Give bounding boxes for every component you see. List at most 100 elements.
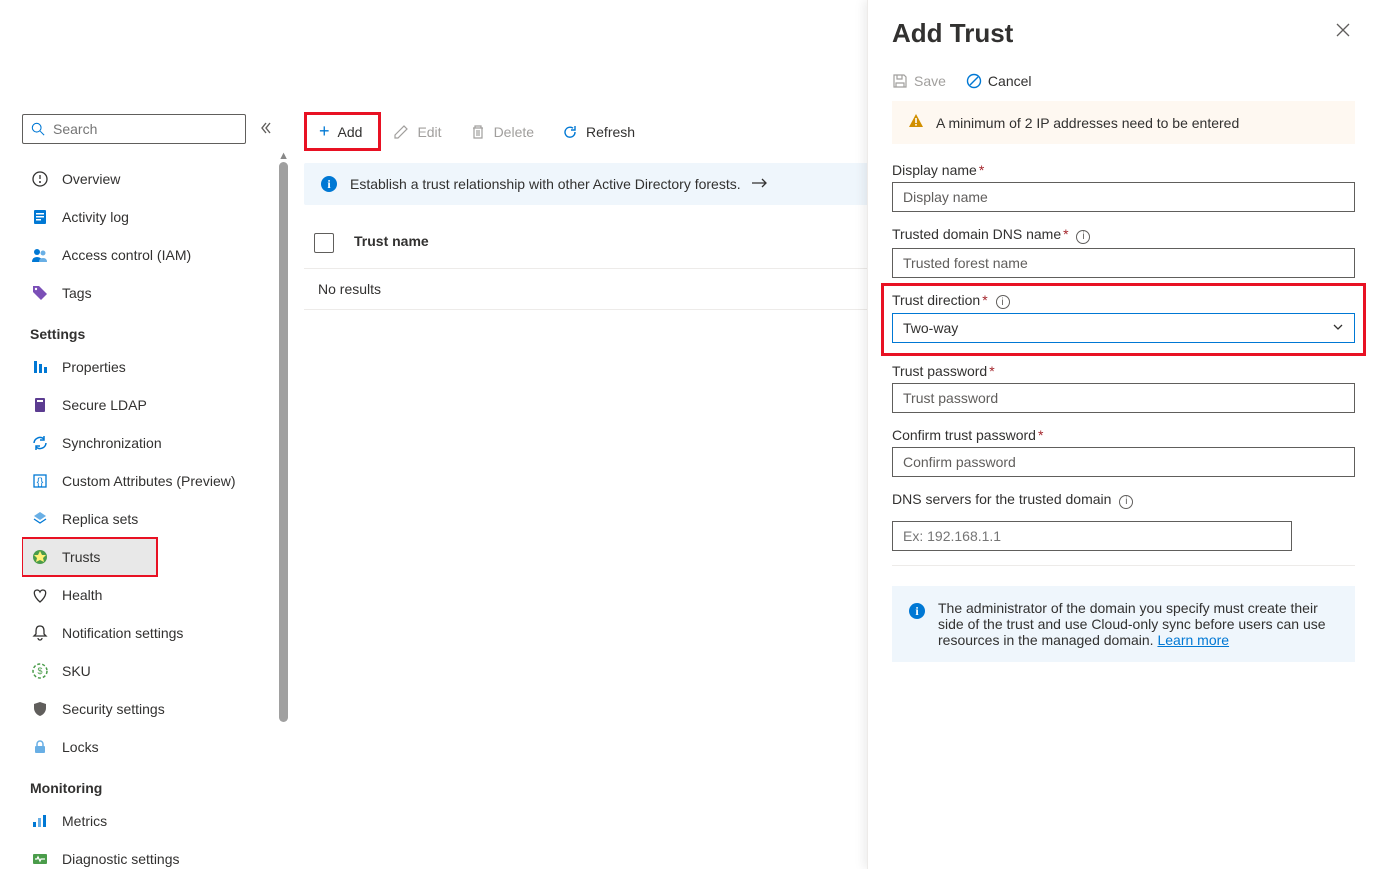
dns-servers-field[interactable]	[892, 521, 1292, 551]
sidebar-item-diag[interactable]: Diagnostic settings	[22, 840, 288, 869]
trusts-icon	[30, 547, 50, 567]
delete-button[interactable]: Delete	[458, 118, 546, 146]
trust-direction-select[interactable]: Two-way	[892, 313, 1355, 343]
col-trust-name[interactable]: Trust name	[354, 233, 899, 256]
sidebar-item-trusts[interactable]: Trusts	[22, 538, 157, 576]
display-name-label: Display name*	[892, 162, 1355, 178]
bell-icon	[30, 623, 50, 643]
confirm-password-label: Confirm trust password*	[892, 427, 1355, 443]
sidebar-item-label: Access control (IAM)	[62, 247, 191, 263]
ldap-icon	[30, 395, 50, 415]
refresh-icon	[562, 124, 578, 140]
sidebar-item-label: Overview	[62, 171, 120, 187]
info-icon: i	[320, 175, 338, 193]
scrollbar-thumb[interactable]	[279, 162, 288, 722]
svg-text:{}: {}	[37, 477, 44, 488]
sidebar-item-label: Synchronization	[62, 435, 162, 451]
confirm-password-field[interactable]	[892, 447, 1355, 477]
info-text: Establish a trust relationship with othe…	[350, 176, 741, 192]
sidebar-item-label: Properties	[62, 359, 126, 375]
save-button[interactable]: Save	[892, 73, 946, 89]
warning-box: A minimum of 2 IP addresses need to be e…	[892, 101, 1355, 144]
close-icon[interactable]	[1331, 18, 1355, 45]
add-label: Add	[338, 124, 363, 140]
search-icon	[31, 122, 45, 136]
sidebar-item-props[interactable]: Properties	[22, 348, 288, 386]
info-tooltip-icon[interactable]: i	[1119, 495, 1133, 509]
sidebar-item-label: Tags	[62, 285, 92, 301]
trust-direction-group: Trust direction* i Two-way	[884, 286, 1363, 354]
sidebar-item-overview[interactable]: Overview	[22, 160, 288, 198]
learn-more-link[interactable]: Learn more	[1157, 632, 1229, 648]
display-name-field[interactable]	[892, 182, 1355, 212]
lock-icon	[30, 737, 50, 757]
sidebar-item-ldap[interactable]: Secure LDAP	[22, 386, 288, 424]
pencil-icon	[393, 124, 409, 140]
sidebar-item-lock[interactable]: Locks	[22, 728, 288, 766]
sidebar-item-label: Security settings	[62, 701, 165, 717]
add-button[interactable]: + Add	[307, 115, 374, 148]
sidebar-item-metrics[interactable]: Metrics	[22, 802, 288, 840]
sidebar-item-label: Activity log	[62, 209, 129, 225]
refresh-button[interactable]: Refresh	[550, 118, 647, 146]
sidebar-item-sync[interactable]: Synchronization	[22, 424, 288, 462]
plus-icon: +	[319, 121, 330, 142]
edit-button[interactable]: Edit	[381, 118, 453, 146]
dns-servers-label: DNS servers for the trusted domain i	[892, 491, 1355, 509]
replica-icon	[30, 509, 50, 529]
sidebar-item-sku[interactable]: $ SKU	[22, 652, 288, 690]
sidebar-item-activity[interactable]: Activity log	[22, 198, 288, 236]
sidebar: Overview Activity log Access control (IAM)…	[0, 0, 288, 869]
shield-icon	[30, 699, 50, 719]
add-trust-panel: Add Trust Save Cancel A minimum of 2 IP …	[867, 0, 1379, 869]
sidebar-item-shield[interactable]: Security settings	[22, 690, 288, 728]
warning-text: A minimum of 2 IP addresses need to be e…	[936, 115, 1239, 131]
sidebar-item-label: SKU	[62, 663, 91, 679]
sidebar-item-label: Diagnostic settings	[62, 851, 180, 867]
info-icon: i	[908, 602, 926, 623]
overview-icon	[30, 169, 50, 189]
search-input[interactable]	[53, 121, 237, 137]
sidebar-item-label: Replica sets	[62, 511, 138, 527]
tag-icon	[30, 283, 50, 303]
select-all-checkbox[interactable]	[314, 233, 334, 253]
sidebar-item-bell[interactable]: Notification settings	[22, 614, 288, 652]
sku-icon: $	[30, 661, 50, 681]
note-box: i The administrator of the domain you sp…	[892, 586, 1355, 662]
trust-password-field[interactable]	[892, 383, 1355, 413]
sidebar-item-replica[interactable]: Replica sets	[22, 500, 288, 538]
health-icon	[30, 585, 50, 605]
collapse-sidebar-icon[interactable]	[256, 117, 276, 141]
sidebar-section-title: Monitoring	[22, 766, 288, 802]
sidebar-item-label: Notification settings	[62, 625, 183, 641]
sidebar-item-label: Locks	[62, 739, 99, 755]
props-icon	[30, 357, 50, 377]
sidebar-search[interactable]	[22, 114, 246, 144]
info-tooltip-icon[interactable]: i	[1076, 230, 1090, 244]
sidebar-item-label: Secure LDAP	[62, 397, 147, 413]
sidebar-item-custom[interactable]: {}Custom Attributes (Preview)	[22, 462, 288, 500]
sidebar-item-health[interactable]: Health	[22, 576, 288, 614]
save-icon	[892, 73, 908, 89]
cancel-icon	[966, 73, 982, 89]
custom-icon: {}	[30, 471, 50, 491]
cancel-button[interactable]: Cancel	[966, 73, 1032, 89]
trust-password-label: Trust password*	[892, 363, 1355, 379]
iam-icon	[30, 245, 50, 265]
info-tooltip-icon[interactable]: i	[996, 295, 1010, 309]
warning-icon	[908, 113, 924, 132]
panel-title: Add Trust	[892, 18, 1013, 49]
svg-text:$: $	[37, 666, 42, 676]
activity-icon	[30, 207, 50, 227]
sidebar-item-tag[interactable]: Tags	[22, 274, 288, 312]
sidebar-item-label: Health	[62, 587, 102, 603]
chevron-down-icon	[1332, 320, 1344, 336]
sidebar-item-label: Trusts	[62, 549, 100, 565]
dns-name-label: Trusted domain DNS name* i	[892, 226, 1355, 244]
sidebar-item-label: Metrics	[62, 813, 107, 829]
sidebar-section-title: Settings	[22, 312, 288, 348]
sidebar-item-iam[interactable]: Access control (IAM)	[22, 236, 288, 274]
trust-direction-label: Trust direction* i	[892, 292, 1355, 310]
dns-name-field[interactable]	[892, 248, 1355, 278]
metrics-icon	[30, 811, 50, 831]
